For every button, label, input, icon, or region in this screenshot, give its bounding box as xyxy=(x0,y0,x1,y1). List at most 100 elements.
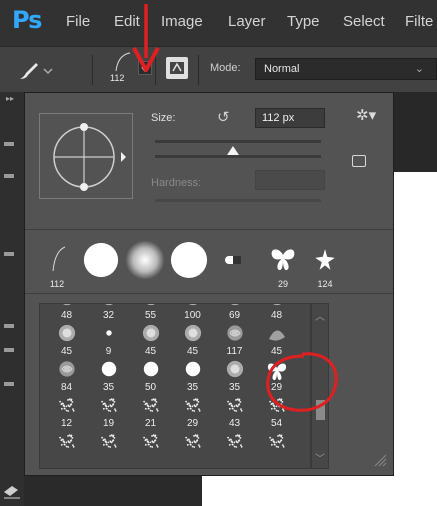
brush-spatter-icon xyxy=(58,432,76,455)
brush-soft-icon xyxy=(142,324,160,347)
size-slider-track[interactable] xyxy=(155,140,321,143)
brush-preset-picker-panel: Size: ↺ 112 px ✲▾ Hardness: 112 29 124 48 3… xyxy=(24,92,394,476)
scroll-down-icon[interactable]: ﹀ xyxy=(315,450,325,465)
menu-filter[interactable]: Filte xyxy=(405,13,433,30)
brush-size-label: 117 xyxy=(226,346,243,357)
tool-icon[interactable] xyxy=(4,348,14,352)
menu-layer[interactable]: Layer xyxy=(228,13,266,30)
brush-icon xyxy=(20,63,53,79)
brush-preset-cell[interactable] xyxy=(172,432,213,468)
brush-preset-cell[interactable] xyxy=(88,432,129,468)
tools-panel-bottom xyxy=(0,476,24,506)
brush-hard-round-icon xyxy=(83,242,119,283)
brush-soft-icon xyxy=(184,324,202,347)
tool-icon[interactable] xyxy=(4,324,14,328)
tool-icon[interactable] xyxy=(4,142,14,146)
recent-brushes-row: 112 29 124 xyxy=(39,240,335,291)
brush-spatter-icon xyxy=(184,432,202,455)
brush-tool-preset-picker[interactable] xyxy=(16,59,56,83)
brush-size-label: 9 xyxy=(105,346,112,357)
brush-hard-round-icon xyxy=(170,241,208,284)
brush-size-label: 84 xyxy=(60,382,73,393)
brush-settings-panel-toggle[interactable] xyxy=(166,57,188,79)
menu-select[interactable]: Select xyxy=(343,13,385,30)
brush-soft-icon xyxy=(58,324,76,347)
brush-size-label: 29 xyxy=(186,418,199,429)
scroll-up-icon[interactable]: ︿ xyxy=(315,308,325,323)
brush-angle-roundness-preview[interactable] xyxy=(39,113,133,199)
hardness-label: Hardness: xyxy=(151,177,202,189)
recent-brush-soft-round[interactable] xyxy=(125,240,165,289)
size-label: Size: xyxy=(151,112,176,124)
tools-panel: ▸▸ xyxy=(0,92,24,506)
expand-icon[interactable]: ▸▸ xyxy=(6,94,14,103)
brush-preset-cell[interactable] xyxy=(130,432,171,468)
size-slider-track-lower xyxy=(155,155,321,158)
brush-butterfly-icon xyxy=(268,245,298,280)
size-input[interactable]: 112 px xyxy=(255,108,325,128)
mode-label: Mode: xyxy=(210,62,241,74)
brush-preset-cell[interactable] xyxy=(256,432,297,468)
recent-brush-hard-round[interactable] xyxy=(83,241,119,289)
brush-size-label: 45 xyxy=(144,346,157,357)
brush-size-readout: 112 xyxy=(110,73,125,83)
mode-value: Normal xyxy=(264,63,300,75)
recent-brush-size: 112 xyxy=(49,279,65,289)
app-logo: Ps xyxy=(12,6,42,34)
recent-brush-hard-stroke[interactable]: 112 xyxy=(39,241,75,289)
brush-rose-icon xyxy=(226,324,244,347)
separator xyxy=(92,55,93,85)
recent-brush-butterfly[interactable]: 29 xyxy=(265,241,301,289)
recent-brush-flat-tip[interactable] xyxy=(215,241,251,289)
brush-size-label: 35 xyxy=(102,382,115,393)
brush-star-leaf-icon xyxy=(312,247,338,278)
brush-size-label: 69 xyxy=(228,310,241,321)
divider xyxy=(25,229,393,230)
brush-spatter-icon xyxy=(268,432,286,455)
menu-type[interactable]: Type xyxy=(287,13,320,30)
brush-size-label: 35 xyxy=(186,382,199,393)
brush-size-label: 55 xyxy=(144,310,157,321)
brush-soft-icon xyxy=(226,360,244,383)
brush-rose-icon xyxy=(58,360,76,383)
brush-preset-cell[interactable] xyxy=(214,432,255,468)
gear-icon[interactable]: ✲▾ xyxy=(356,106,376,124)
separator xyxy=(198,55,199,85)
brush-hard-icon xyxy=(184,360,202,383)
recent-brush-star-leaf[interactable]: 124 xyxy=(307,241,343,289)
divider xyxy=(25,293,393,294)
mode-select[interactable]: Normal ⌄ xyxy=(255,58,437,80)
eraser-icon[interactable] xyxy=(0,476,24,506)
hardness-input[interactable] xyxy=(255,170,325,190)
brush-preset-cell[interactable] xyxy=(46,432,87,468)
brush-size-label: 54 xyxy=(270,418,283,429)
recent-brush-size: 124 xyxy=(317,279,333,289)
brush-size-label: 12 xyxy=(60,418,73,429)
brush-size-label: 50 xyxy=(144,382,157,393)
tool-icon[interactable] xyxy=(4,174,14,178)
brush-size-label: 43 xyxy=(228,418,241,429)
brush-hard-icon xyxy=(100,360,118,383)
menu-image[interactable]: Image xyxy=(161,13,203,30)
brush-panel-icon xyxy=(170,62,184,74)
resize-grip-icon[interactable] xyxy=(373,453,387,467)
hardness-slider-track[interactable] xyxy=(155,199,321,202)
brush-spatter-icon xyxy=(226,432,244,455)
brush-spatter-icon xyxy=(184,396,202,419)
brush-spatter-icon xyxy=(58,396,76,419)
brush-spatter-icon xyxy=(100,396,118,419)
new-preset-icon[interactable] xyxy=(352,155,366,167)
size-slider-thumb[interactable] xyxy=(227,146,240,155)
brush-spatter-icon xyxy=(100,432,118,455)
brush-size-label: 48 xyxy=(60,310,73,321)
brush-hard-icon xyxy=(142,360,160,383)
brush-flat-tip-icon xyxy=(222,249,244,276)
tool-icon[interactable] xyxy=(4,382,14,386)
brush-size-label: 48 xyxy=(270,310,283,321)
menu-file[interactable]: File xyxy=(66,13,90,30)
tool-icon[interactable] xyxy=(4,252,14,256)
recent-brush-hard-round[interactable] xyxy=(170,241,208,289)
reset-icon[interactable]: ↺ xyxy=(217,108,230,126)
annotation-arrow-icon xyxy=(132,4,160,72)
menu-bar: Ps File Edit Image Layer Type Select Fil… xyxy=(0,0,437,46)
